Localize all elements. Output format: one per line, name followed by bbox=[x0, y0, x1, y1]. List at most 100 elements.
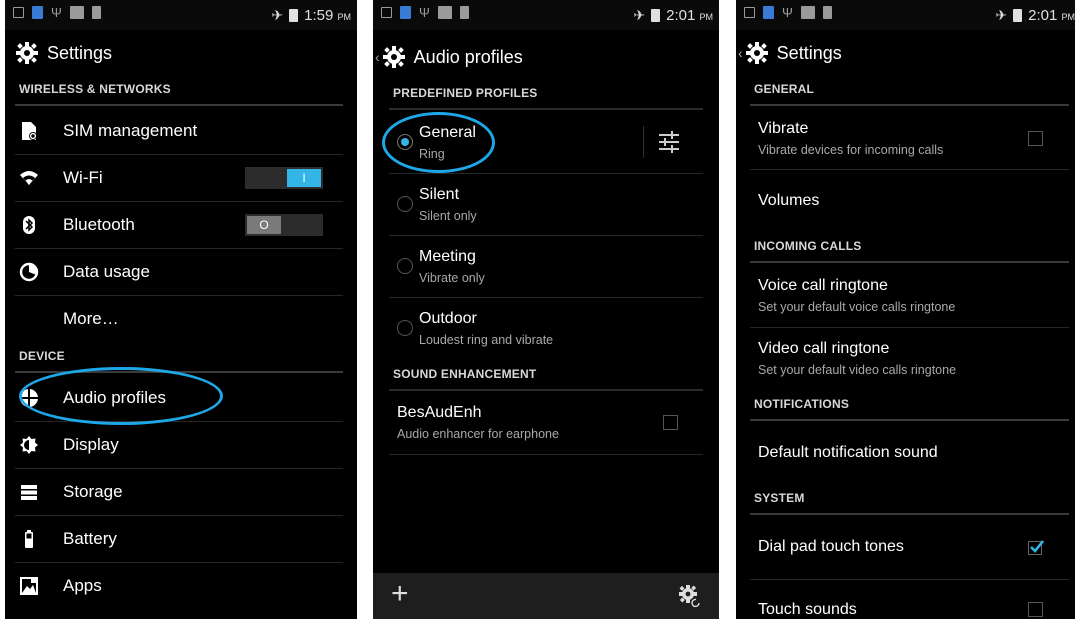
status-bar: Ψ ✈ 1:59 PM bbox=[5, 0, 357, 30]
touch-sounds-item[interactable]: Touch sounds bbox=[750, 580, 1069, 619]
storage-label: Storage bbox=[63, 482, 123, 501]
profile-item-general[interactable]: General Ring bbox=[389, 112, 703, 174]
toggle-state-label: O bbox=[259, 218, 269, 232]
data-usage-item[interactable]: Data usage bbox=[15, 249, 343, 296]
bluetooth-item[interactable]: Bluetooth O bbox=[15, 202, 343, 249]
setting-title: Video call ringtone bbox=[758, 340, 890, 357]
touch-sounds-checkbox[interactable] bbox=[1028, 602, 1043, 617]
battery-label: Battery bbox=[63, 529, 117, 548]
page-title: Settings bbox=[47, 42, 113, 63]
battery-status-icon bbox=[289, 9, 299, 22]
profile-item-silent[interactable]: Silent Silent only bbox=[389, 174, 703, 236]
audio-profiles-label: Audio profiles bbox=[63, 388, 167, 407]
settings-gear-icon bbox=[16, 42, 38, 64]
setting-title: Vibrate bbox=[758, 120, 809, 137]
sim-management-item[interactable]: SIM management bbox=[15, 108, 343, 155]
display-item[interactable]: Display bbox=[15, 422, 343, 469]
battery-status-icon bbox=[651, 9, 661, 22]
besaudenh-item[interactable]: BesAudEnh Audio enhancer for earphone bbox=[389, 393, 703, 455]
notification-icon bbox=[13, 7, 24, 18]
add-profile-icon[interactable]: + bbox=[391, 579, 409, 609]
section-header-incoming-calls: INCOMING CALLS bbox=[750, 239, 1069, 263]
dial-pad-touch-tones-item[interactable]: Dial pad touch tones bbox=[750, 517, 1069, 580]
profile-title: Outdoor bbox=[419, 310, 477, 327]
profile-item-meeting[interactable]: Meeting Vibrate only bbox=[389, 236, 703, 298]
voice-call-ringtone-item[interactable]: Voice call ringtone Set your default voi… bbox=[750, 265, 1069, 328]
radio-meeting[interactable] bbox=[397, 258, 413, 274]
section-header-wireless: WIRELESS & NETWORKS bbox=[15, 82, 343, 106]
airplane-mode-icon: ✈ bbox=[995, 7, 1008, 23]
besaudenh-checkbox[interactable] bbox=[663, 415, 678, 430]
setting-subtitle: Vibrate devices for incoming calls bbox=[758, 143, 944, 157]
bluetooth-icon bbox=[23, 216, 35, 234]
profile-title: Silent bbox=[419, 186, 460, 203]
action-bar[interactable]: ‹ Settings bbox=[736, 30, 1075, 76]
airplane-mode-icon: ✈ bbox=[271, 7, 284, 23]
settings-screen: Ψ ✈ 1:59 PM Settings WIRELESS & NETWORKS… bbox=[5, 0, 357, 619]
setting-subtitle: Set your default video calls ringtone bbox=[758, 363, 957, 377]
volumes-item[interactable]: Volumes bbox=[750, 170, 1069, 232]
clock: 2:01 PM bbox=[666, 7, 713, 24]
sound-settings-screen: Ψ ✈ 2:01 PM ‹ Settings GENERAL Vibrate V… bbox=[736, 0, 1075, 619]
setting-subtitle: Set your default voice calls ringtone bbox=[758, 300, 956, 314]
back-chevron-icon[interactable]: ‹ bbox=[738, 45, 743, 61]
battery-icon bbox=[25, 530, 33, 548]
radio-outdoor[interactable] bbox=[397, 320, 413, 336]
reset-settings-gear-icon[interactable] bbox=[677, 583, 703, 609]
setting-title: Touch sounds bbox=[758, 601, 857, 618]
profile-subtitle: Ring bbox=[419, 147, 445, 161]
divider bbox=[643, 126, 644, 158]
profile-settings-sliders-icon[interactable] bbox=[657, 130, 681, 154]
data-usage-icon bbox=[19, 262, 39, 282]
battery-status-icon bbox=[1013, 9, 1023, 22]
radio-general[interactable] bbox=[397, 134, 413, 150]
default-notification-sound-item[interactable]: Default notification sound bbox=[750, 423, 1069, 485]
wifi-toggle[interactable]: I bbox=[245, 167, 323, 189]
apps-label: Apps bbox=[63, 576, 102, 595]
vibrate-checkbox[interactable] bbox=[1028, 131, 1043, 146]
display-label: Display bbox=[63, 435, 119, 454]
profile-title: Meeting bbox=[419, 248, 476, 265]
wifi-icon bbox=[20, 171, 38, 185]
setting-title: BesAudEnh bbox=[397, 404, 482, 421]
video-call-ringtone-item[interactable]: Video call ringtone Set your default vid… bbox=[750, 328, 1069, 390]
battery-item[interactable]: Battery bbox=[15, 516, 343, 563]
wifi-label: Wi-Fi bbox=[63, 168, 103, 187]
action-bar[interactable]: ‹ Audio profiles bbox=[373, 34, 719, 80]
section-header-predefined: PREDEFINED PROFILES bbox=[389, 86, 703, 110]
notification-icon bbox=[381, 7, 392, 18]
storage-item[interactable]: Storage bbox=[15, 469, 343, 516]
audio-profiles-icon bbox=[19, 388, 39, 408]
profile-title: General bbox=[419, 124, 476, 141]
radio-silent[interactable] bbox=[397, 196, 413, 212]
display-brightness-icon bbox=[20, 436, 38, 454]
back-chevron-icon[interactable]: ‹ bbox=[375, 49, 380, 65]
profile-item-outdoor[interactable]: Outdoor Loudest ring and vibrate bbox=[389, 298, 703, 359]
sim-notification-icon bbox=[400, 6, 411, 19]
setting-title: Volumes bbox=[758, 192, 820, 209]
audio-profiles-screen: Ψ ✈ 2:01 PM ‹ Audio profiles PREDEFINED … bbox=[373, 0, 719, 619]
profile-subtitle: Loudest ring and vibrate bbox=[419, 333, 554, 347]
sim-notification-icon bbox=[763, 6, 774, 19]
setting-subtitle: Audio enhancer for earphone bbox=[397, 427, 559, 441]
settings-gear-icon bbox=[745, 42, 768, 64]
more-item[interactable]: More… bbox=[15, 296, 343, 342]
bluetooth-toggle[interactable]: O bbox=[245, 214, 323, 236]
usb-icon: Ψ bbox=[782, 5, 793, 20]
dial-pad-checkbox-checked[interactable] bbox=[1028, 539, 1044, 555]
sim-notification-icon bbox=[32, 6, 43, 19]
sim-management-label: SIM management bbox=[63, 121, 198, 140]
wifi-item[interactable]: Wi-Fi I bbox=[15, 155, 343, 202]
audio-profiles-item[interactable]: Audio profiles bbox=[15, 375, 343, 422]
bluetooth-label: Bluetooth bbox=[63, 215, 135, 234]
apps-item[interactable]: Apps bbox=[15, 563, 343, 609]
page-title: Audio profiles bbox=[413, 46, 523, 67]
clock: 2:01 PM bbox=[1028, 7, 1075, 24]
data-usage-label: Data usage bbox=[63, 262, 150, 281]
notification-icon bbox=[69, 6, 84, 19]
vibrate-item[interactable]: Vibrate Vibrate devices for incoming cal… bbox=[750, 108, 1069, 170]
status-bar: Ψ ✈ 2:01 PM bbox=[373, 0, 719, 30]
apps-icon bbox=[20, 577, 38, 595]
notification-icon bbox=[800, 6, 815, 19]
settings-gear-icon bbox=[382, 46, 405, 68]
